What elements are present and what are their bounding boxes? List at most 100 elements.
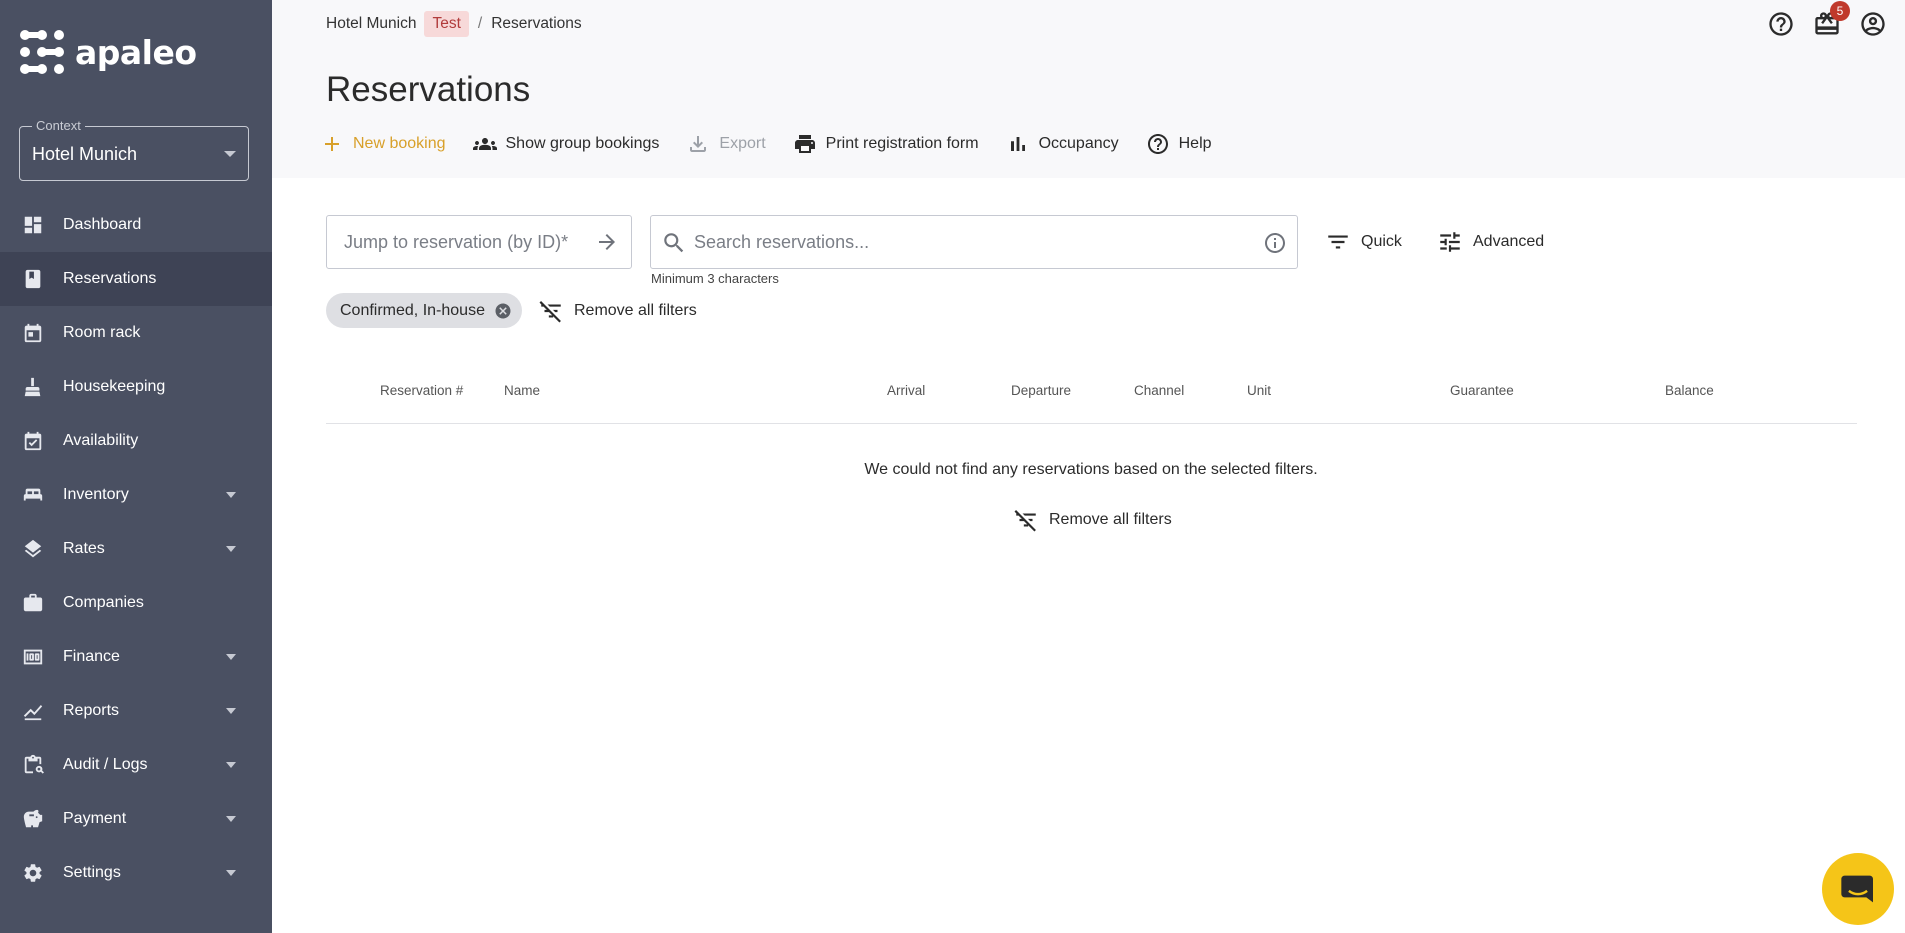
column-header-arrival[interactable]: Arrival	[887, 383, 925, 398]
dashboard-icon	[22, 214, 44, 236]
support-chat-button[interactable]	[1822, 853, 1894, 925]
column-header-unit[interactable]: Unit	[1247, 383, 1271, 398]
sidebar-item-label: Payment	[63, 810, 127, 827]
info-icon[interactable]	[1263, 231, 1287, 255]
context-value: Hotel Munich	[32, 144, 138, 164]
breadcrumb-property[interactable]: Hotel Munich	[326, 15, 416, 33]
search-hint: Minimum 3 characters	[651, 271, 779, 286]
sidebar-item-rates[interactable]: Rates	[0, 522, 272, 576]
remove-all-filters-label: Remove all filters	[574, 302, 697, 319]
logo-text: apaleo	[75, 32, 197, 72]
tune-icon	[1440, 232, 1460, 252]
chevron-down-icon	[226, 762, 236, 768]
empty-state-message: We could not find any reservations based…	[864, 461, 1318, 478]
sidebar-item-label: Companies	[63, 594, 144, 611]
calendar-icon	[22, 322, 44, 344]
chat-icon	[1841, 875, 1873, 903]
account-button[interactable]	[1859, 10, 1887, 38]
bed-icon	[22, 484, 44, 506]
sidebar-item-room-rack[interactable]: Room rack	[0, 306, 272, 360]
chevron-down-icon	[226, 546, 236, 552]
printer-icon	[794, 135, 815, 153]
download-icon	[690, 136, 707, 152]
remove-all-filters-button[interactable]: Remove all filters	[538, 298, 697, 324]
occupancy-button[interactable]: Occupancy	[1006, 132, 1119, 156]
filter-chip-label: Confirmed, In-house	[340, 301, 485, 319]
column-header-guarantee[interactable]: Guarantee	[1450, 383, 1514, 398]
sidebar-item-finance[interactable]: Finance	[0, 630, 272, 684]
account-circle-icon	[1861, 12, 1885, 36]
sidebar-item-label: Finance	[63, 648, 120, 665]
sidebar-nav: Dashboard Reservations Room rack Houseke…	[0, 198, 272, 900]
context-select[interactable]: Context Hotel Munich	[19, 118, 249, 181]
sidebar-item-label: Settings	[63, 864, 121, 881]
logo[interactable]: apaleo	[19, 28, 197, 76]
notification-badge: 5	[1830, 1, 1850, 21]
calendar-check-icon	[22, 430, 44, 452]
export-label: Export	[719, 135, 766, 152]
audit-icon	[22, 754, 44, 776]
column-header-departure[interactable]: Departure	[1011, 383, 1071, 398]
filter-chip: Confirmed, In-house	[326, 293, 522, 328]
help-label: Help	[1178, 135, 1212, 152]
whats-new-button[interactable]: 5	[1813, 1, 1850, 38]
chart-icon	[22, 700, 44, 722]
housekeeping-icon	[22, 376, 44, 398]
advanced-filter-button[interactable]: Advanced	[1437, 229, 1544, 255]
quick-filter-label: Quick	[1361, 233, 1402, 250]
new-booking-label: New booking	[353, 135, 446, 152]
filter-off-icon	[539, 301, 561, 323]
new-booking-button[interactable]: New booking	[320, 132, 446, 156]
plus-icon	[325, 137, 339, 151]
help-button[interactable]: Help	[1146, 132, 1212, 156]
sidebar-item-label: Availability	[63, 432, 139, 449]
sidebar-item-label: Dashboard	[63, 216, 142, 233]
sidebar-item-reports[interactable]: Reports	[0, 684, 272, 738]
breadcrumb: Hotel Munich Test / Reservations	[326, 11, 582, 37]
group-bookings-label: Show group bookings	[505, 135, 660, 152]
sidebar-item-payment[interactable]: Payment	[0, 792, 272, 846]
sidebar-item-availability[interactable]: Availability	[0, 414, 272, 468]
filter-off-icon	[1014, 510, 1036, 532]
group-bookings-button[interactable]: Show group bookings	[472, 132, 660, 156]
sidebar-item-audit-logs[interactable]: Audit / Logs	[0, 738, 272, 792]
layers-icon	[22, 538, 44, 560]
bar-chart-icon	[1010, 137, 1025, 151]
chevron-down-icon	[226, 870, 236, 876]
chevron-down-icon	[224, 151, 236, 157]
close-circle-icon[interactable]	[494, 302, 512, 320]
print-registration-button[interactable]: Print registration form	[793, 132, 979, 156]
sidebar-item-reservations[interactable]: Reservations	[0, 252, 272, 306]
chevron-down-icon	[226, 816, 236, 822]
sidebar-item-label: Housekeeping	[63, 378, 166, 395]
export-button[interactable]: Export	[686, 132, 766, 156]
search-input[interactable]	[694, 216, 1234, 268]
print-registration-label: Print registration form	[825, 135, 979, 152]
sidebar-item-dashboard[interactable]: Dashboard	[0, 198, 272, 252]
search-box	[650, 215, 1298, 269]
sidebar-item-housekeeping[interactable]: Housekeeping	[0, 360, 272, 414]
empty-state-remove-filters-button[interactable]: Remove all filters	[1013, 507, 1172, 533]
chevron-down-icon	[226, 492, 236, 498]
sidebar-item-label: Reservations	[63, 270, 157, 287]
empty-state-remove-filters-label: Remove all filters	[1049, 511, 1172, 528]
help-circle-icon	[1769, 12, 1793, 36]
column-header-name[interactable]: Name	[504, 383, 540, 398]
help-center-button[interactable]	[1767, 10, 1795, 38]
jump-to-reservation-input[interactable]	[327, 216, 587, 268]
column-header-reservation-number[interactable]: Reservation #	[380, 383, 463, 398]
context-legend: Context	[32, 118, 85, 133]
sidebar-item-companies[interactable]: Companies	[0, 576, 272, 630]
quick-filter-button[interactable]: Quick	[1325, 229, 1402, 255]
money-icon	[22, 646, 44, 668]
help-circle-icon	[1147, 134, 1168, 154]
arrow-right-icon[interactable]	[595, 230, 619, 254]
toolbar: New booking Show group bookings Export P…	[320, 132, 1239, 156]
occupancy-label: Occupancy	[1038, 135, 1119, 152]
group-icon	[472, 138, 497, 150]
logo-dots-icon	[20, 30, 64, 74]
top-right-actions: 5	[1749, 1, 1887, 38]
column-header-channel[interactable]: Channel	[1134, 383, 1184, 398]
sidebar-item-settings[interactable]: Settings	[0, 846, 272, 900]
column-header-balance[interactable]: Balance	[1665, 383, 1714, 398]
